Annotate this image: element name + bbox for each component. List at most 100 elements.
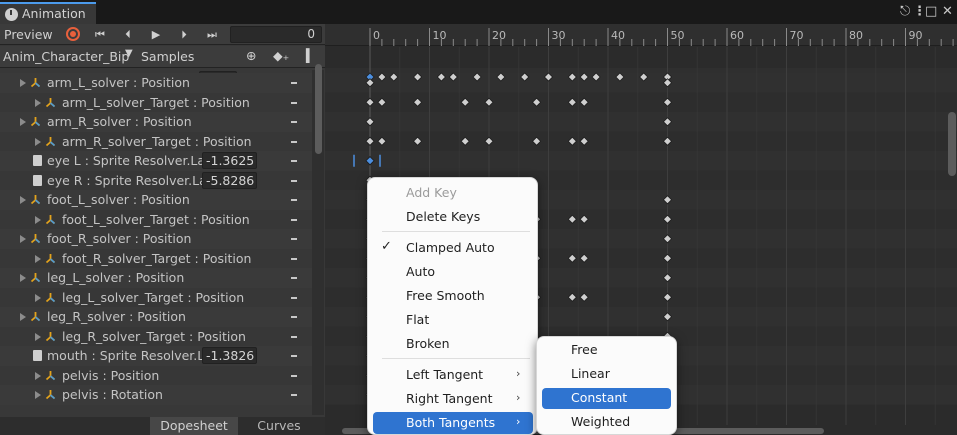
tab-animation[interactable]: Animation <box>0 2 96 24</box>
property-value-field[interactable]: -5.8286 <box>202 171 257 189</box>
menu-item-free-smooth[interactable]: Free Smooth <box>373 285 533 307</box>
expand-arrow-icon[interactable] <box>35 293 41 302</box>
previous-key-icon[interactable]: ⏴​ <box>120 25 136 44</box>
play-icon[interactable]: ▶ <box>148 25 164 44</box>
add-event-icon[interactable]: ▍ <box>306 48 316 63</box>
property-options-icon[interactable] <box>291 277 297 279</box>
submenu-item-free[interactable]: Free <box>542 340 671 361</box>
menu-item-both-tangents[interactable]: Both Tangents › <box>373 412 533 434</box>
lock-icon[interactable]: ⎋ <box>900 4 910 19</box>
expand-arrow-icon[interactable] <box>35 137 41 146</box>
submenu-item-linear[interactable]: Linear <box>542 364 671 385</box>
expand-arrow-icon[interactable] <box>20 235 26 243</box>
menu-item-left-tangent[interactable]: Left Tangent › <box>373 364 533 386</box>
tab-curves[interactable]: Curves <box>244 417 314 435</box>
expand-arrow-icon[interactable] <box>20 313 26 321</box>
property-row[interactable]: pelvis : Rotation <box>0 385 312 405</box>
timeline-scroll-thumb[interactable] <box>948 112 956 176</box>
property-value-field[interactable]: -1.3826 <box>202 347 257 364</box>
property-label: arm_L_solver_Target : Position <box>62 94 250 110</box>
property-label: foot_R_solver_Target : Position <box>62 250 252 266</box>
bone-icon <box>45 97 56 107</box>
property-row[interactable]: foot_R_solver_Target : Position <box>0 248 312 268</box>
expand-arrow-icon[interactable] <box>35 332 41 341</box>
property-options-icon[interactable] <box>291 179 297 182</box>
expand-arrow-icon[interactable] <box>20 79 26 87</box>
ruler-label: 60 <box>730 29 744 42</box>
property-options-icon[interactable] <box>291 199 297 201</box>
clip-dropdown[interactable]: Anim_Character_Bip <box>3 49 129 64</box>
submenu-item-constant[interactable]: Constant <box>542 388 671 409</box>
expand-arrow-icon[interactable] <box>35 98 41 107</box>
property-row[interactable]: mouth : Sprite Resolver.L -1.3826 <box>0 346 312 366</box>
first-frame-icon[interactable]: ⏮ <box>92 25 108 44</box>
last-frame-icon[interactable]: ⏭ <box>204 25 220 44</box>
bone-icon <box>45 390 56 400</box>
menu-item-auto[interactable]: Auto <box>373 261 533 283</box>
expand-arrow-icon[interactable] <box>35 371 41 380</box>
maximize-icon[interactable]: □ <box>925 4 937 19</box>
expand-arrow-icon[interactable] <box>20 118 26 126</box>
property-row[interactable]: leg_L_solver_Target : Position <box>0 287 312 307</box>
property-row[interactable]: foot_R_solver : Position <box>0 229 312 249</box>
property-options-icon[interactable] <box>291 257 297 260</box>
menu-item-flat[interactable]: Flat <box>373 309 533 331</box>
property-row[interactable]: foot_L_solver_Target : Position <box>0 209 312 229</box>
property-row[interactable]: arm_L_solver_Target : Position <box>0 92 312 112</box>
add-keyframe-icon[interactable]: ⊕ <box>246 48 256 63</box>
property-row[interactable]: arm_R_solver : Position <box>0 112 312 132</box>
property-row[interactable]: arm_R_solver_Target : Position <box>0 131 312 151</box>
property-row[interactable]: eye R : Sprite Resolver.La -5.8286 <box>0 170 312 190</box>
preview-button[interactable]: Preview <box>4 27 53 42</box>
property-label: leg_R_solver_Target : Position <box>62 328 246 344</box>
property-row[interactable]: pelvis : Position <box>0 365 312 385</box>
bone-icon <box>30 312 41 322</box>
menu-item-delete-keys[interactable]: Delete Keys <box>373 206 533 228</box>
next-key-icon[interactable]: ⏵​ <box>176 25 192 44</box>
property-options-icon[interactable] <box>291 121 297 123</box>
property-scroll-thumb[interactable] <box>315 64 322 154</box>
expand-arrow-icon[interactable] <box>20 196 26 204</box>
close-icon[interactable]: ✕ <box>942 4 953 19</box>
expand-arrow-icon[interactable] <box>35 254 41 263</box>
submenu-item-weighted[interactable]: Weighted <box>542 412 671 433</box>
add-key-icon[interactable]: ◆₊ <box>273 48 289 63</box>
menu-item-label: Add Key <box>406 185 457 200</box>
menu-item-right-tangent[interactable]: Right Tangent › <box>373 388 533 410</box>
menu-item-clamped-auto[interactable]: ✓ Clamped Auto <box>373 237 533 259</box>
property-options-icon[interactable] <box>291 296 297 299</box>
frame-field[interactable]: 0 <box>230 26 322 43</box>
tab-dopesheet[interactable]: Dopesheet <box>150 417 238 435</box>
property-row[interactable]: arm_L_solver : Position <box>0 73 312 93</box>
expand-arrow-icon[interactable] <box>35 391 41 399</box>
tab-label: Animation <box>22 6 86 21</box>
property-row[interactable]: leg_L_solver : Position <box>0 268 312 288</box>
script-icon <box>33 350 42 361</box>
property-options-icon[interactable] <box>291 82 297 84</box>
menu-item-label: Right Tangent <box>406 391 493 406</box>
property-label: pelvis : Position <box>62 367 160 383</box>
property-options-icon[interactable] <box>291 394 297 396</box>
property-panel: Preview ⏮ ⏴​ ▶ ⏵​ ⏭ 0 Anim_Character_Bip… <box>0 24 325 435</box>
property-options-icon[interactable] <box>291 335 297 338</box>
property-options-icon[interactable] <box>291 374 297 377</box>
property-options-icon[interactable] <box>291 218 297 221</box>
property-row[interactable]: leg_R_solver_Target : Position <box>0 326 312 346</box>
menu-item-broken[interactable]: Broken <box>373 333 533 355</box>
title-bar: Animation ⎋ ⋮ □ ✕ <box>0 0 957 24</box>
property-options-icon[interactable] <box>291 140 297 143</box>
property-options-icon[interactable] <box>291 160 297 162</box>
chevron-down-icon[interactable]: ▼ <box>125 48 133 59</box>
property-options-icon[interactable] <box>291 238 297 240</box>
property-row[interactable]: leg_R_solver : Position <box>0 307 312 327</box>
record-button[interactable] <box>66 27 80 41</box>
expand-arrow-icon[interactable] <box>20 274 26 282</box>
property-options-icon[interactable] <box>291 101 297 104</box>
expand-arrow-icon[interactable] <box>35 215 41 224</box>
property-options-icon[interactable] <box>291 355 297 357</box>
property-row[interactable]: eye L : Sprite Resolver.La -1.3625 <box>0 151 312 171</box>
property-row[interactable]: foot_L_solver : Position <box>0 190 312 210</box>
property-value-field[interactable]: -1.3625 <box>202 152 257 169</box>
property-options-icon[interactable] <box>291 316 297 318</box>
menu-item-label: Both Tangents <box>406 415 496 430</box>
